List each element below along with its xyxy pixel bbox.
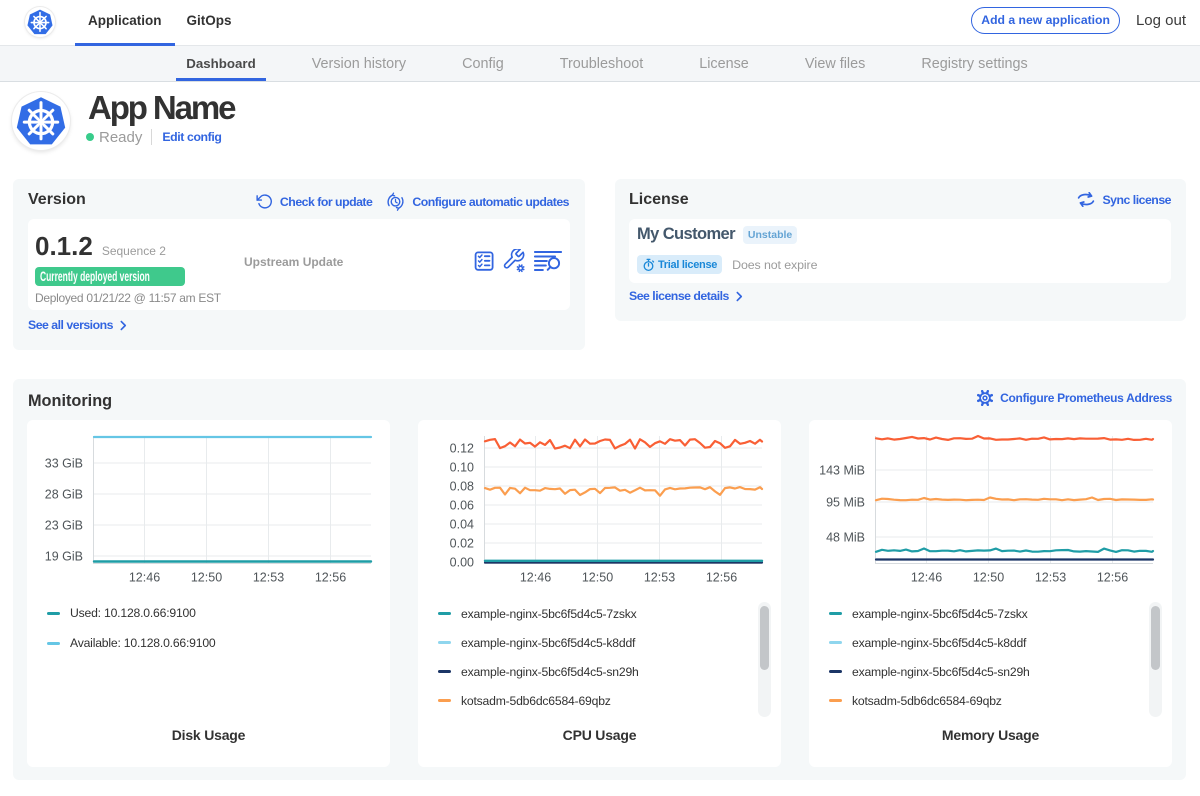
svg-text:0.00: 0.00 [450,556,474,570]
svg-text:28 GiB: 28 GiB [45,488,83,502]
svg-text:0.08: 0.08 [450,480,474,494]
svg-text:23 GiB: 23 GiB [45,519,83,533]
svg-text:95 MiB: 95 MiB [826,496,865,510]
svg-text:12:50: 12:50 [191,571,222,585]
svg-text:12:56: 12:56 [1097,571,1128,585]
svg-text:12:53: 12:53 [644,571,675,585]
svg-text:143 MiB: 143 MiB [819,464,865,478]
svg-text:12:46: 12:46 [520,571,551,585]
svg-text:0.02: 0.02 [450,537,474,551]
svg-text:0.04: 0.04 [450,518,474,532]
svg-text:12:46: 12:46 [129,571,160,585]
svg-text:12:50: 12:50 [973,571,1004,585]
svg-text:12:56: 12:56 [315,571,346,585]
svg-text:12:56: 12:56 [706,571,737,585]
svg-text:33 GiB: 33 GiB [45,457,83,471]
svg-text:12:53: 12:53 [253,571,284,585]
svg-text:0.10: 0.10 [450,461,474,475]
svg-text:12:50: 12:50 [582,571,613,585]
svg-text:48 MiB: 48 MiB [826,531,865,545]
svg-text:12:53: 12:53 [1035,571,1066,585]
svg-text:19 GiB: 19 GiB [45,550,83,564]
svg-text:0.12: 0.12 [450,442,474,456]
svg-text:0.06: 0.06 [450,499,474,513]
svg-text:12:46: 12:46 [911,571,942,585]
